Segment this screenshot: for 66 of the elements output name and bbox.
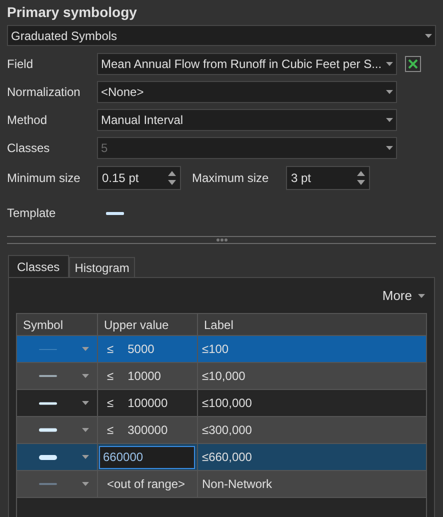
- caret-icon: [82, 482, 89, 486]
- class-row[interactable]: <out of range> Non-Network: [17, 471, 426, 498]
- template-label: Template: [7, 205, 57, 222]
- line-symbol-icon: [39, 428, 57, 432]
- field-dropdown[interactable]: Mean Annual Flow from Runoff in Cubic Feet per S...: [97, 53, 397, 75]
- upper-value-text: 5000: [128, 341, 154, 358]
- caret-icon: [386, 118, 393, 122]
- spinner-icon[interactable]: [168, 170, 176, 186]
- column-header: Upper value: [97, 314, 197, 335]
- caret-icon: [82, 374, 89, 378]
- field-label: Method: [7, 112, 48, 129]
- caret-icon: [425, 34, 432, 38]
- spinner-icon[interactable]: [357, 170, 365, 186]
- label-text[interactable]: ≤100: [202, 340, 229, 358]
- field-label: Classes: [7, 140, 51, 157]
- tab[interactable]: Histogram: [68, 257, 136, 277]
- field-label: Field: [7, 56, 34, 73]
- column-header: Label: [197, 314, 426, 335]
- field-dropdown: 5: [97, 137, 397, 159]
- field-label: Normalization: [7, 84, 82, 101]
- expression-button[interactable]: [405, 56, 421, 72]
- field-dropdown[interactable]: Manual Interval: [97, 109, 397, 131]
- caret-icon: [82, 401, 89, 405]
- class-row[interactable]: 660000 ≤660,000: [17, 444, 426, 471]
- line-symbol-icon: [39, 402, 57, 404]
- size-label: Maximum size: [192, 170, 270, 187]
- label-text[interactable]: ≤10,000: [202, 367, 246, 385]
- operator-text: ≤: [107, 395, 114, 412]
- caret-icon: [82, 455, 89, 459]
- size-field[interactable]: 0.15 pt: [97, 166, 181, 190]
- size-field[interactable]: 3 pt: [286, 166, 370, 190]
- section-title: Primary symbology: [7, 3, 138, 22]
- line-symbol-icon: [39, 454, 57, 460]
- upper-value-text: 100000: [128, 395, 168, 412]
- line-symbol-icon: [39, 483, 57, 485]
- class-row[interactable]: ≤ 100000 ≤100,000: [17, 390, 426, 417]
- splitter-handle-icon[interactable]: [216, 238, 228, 242]
- class-row[interactable]: ≤ 300000 ≤300,000: [17, 417, 426, 444]
- line-symbol-icon: [39, 348, 57, 350]
- line-symbol-icon: [39, 375, 57, 377]
- label-text[interactable]: Non-Network: [202, 475, 272, 493]
- label-text[interactable]: ≤300,000: [202, 421, 252, 439]
- caret-icon: [386, 90, 393, 94]
- line-symbol-icon[interactable]: [106, 212, 124, 214]
- operator-text: ≤: [107, 422, 114, 439]
- label-text[interactable]: ≤100,000: [202, 394, 252, 412]
- operator-text: ≤: [107, 368, 114, 385]
- caret-icon: [418, 294, 425, 298]
- caret-icon: [386, 62, 393, 66]
- size-label: Minimum size: [7, 170, 82, 187]
- operator-text: ≤: [107, 341, 114, 358]
- class-row[interactable]: ≤ 5000 ≤100: [17, 336, 426, 363]
- value-input[interactable]: 660000: [99, 446, 195, 468]
- caret-icon: [82, 428, 89, 432]
- caret-icon: [82, 347, 89, 351]
- column-header: Symbol: [22, 316, 64, 334]
- label-text[interactable]: ≤660,000: [202, 448, 252, 466]
- upper-value-text: 300000: [128, 422, 168, 439]
- field-dropdown[interactable]: <None>: [97, 81, 397, 103]
- tab[interactable]: Classes: [8, 255, 69, 277]
- renderer-dropdown[interactable]: Graduated Symbols: [7, 25, 436, 46]
- upper-value-text: <out of range>: [106, 476, 186, 493]
- caret-icon: [386, 146, 393, 150]
- class-row[interactable]: ≤ 10000 ≤10,000: [17, 363, 426, 390]
- more-menu-button[interactable]: More: [382, 286, 425, 306]
- upper-value-text: 10000: [128, 368, 161, 385]
